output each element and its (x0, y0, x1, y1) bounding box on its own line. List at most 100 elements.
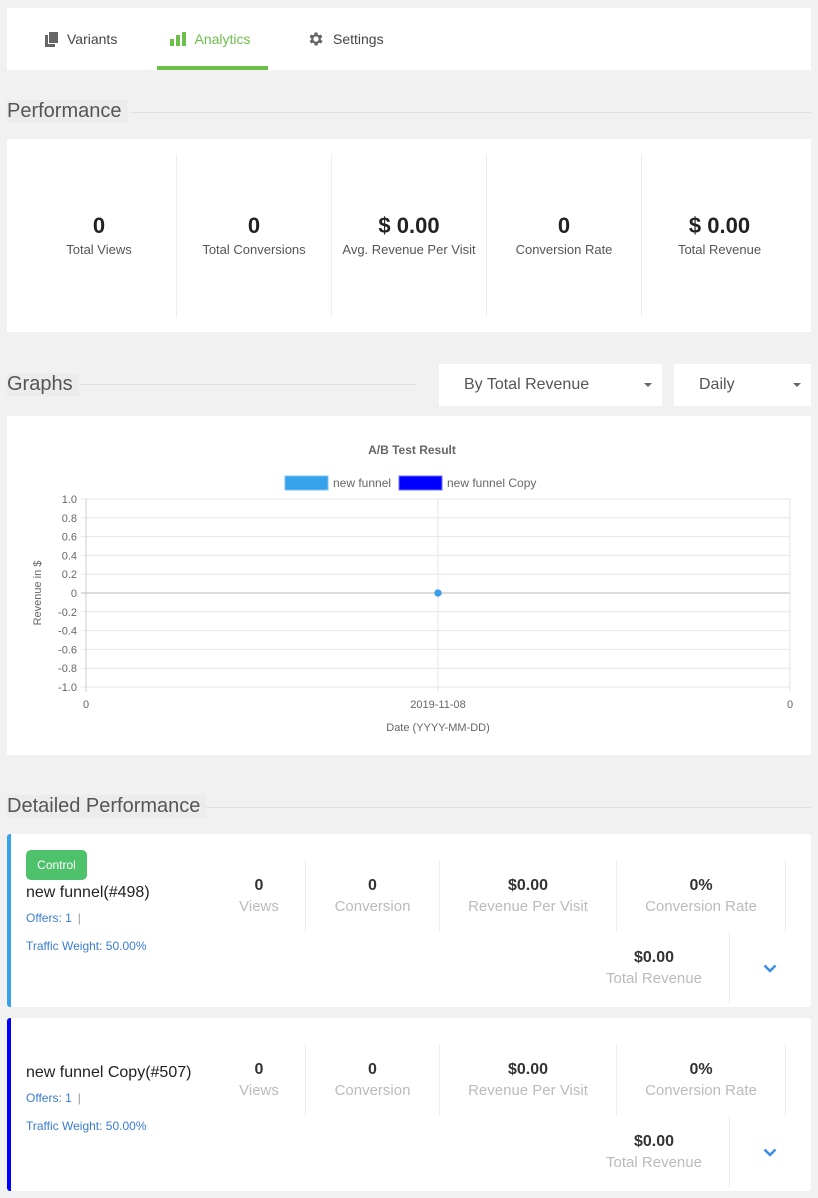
variant-stat-conversion-rate: 0% Conversion Rate (617, 860, 786, 932)
stat-label: Total Revenue (677, 242, 762, 257)
variant-stat-revenue-per-visit: $0.00 Revenue Per Visit (440, 1044, 617, 1116)
offers-link[interactable]: Offers: 1 | (26, 1091, 81, 1105)
variant-name: new funnel(#498) (26, 884, 150, 901)
variant-color-bar (7, 1018, 11, 1191)
stat-label: Conversion (334, 898, 411, 915)
y-tick-label: 0.6 (62, 532, 77, 544)
tab-settings[interactable]: Settings (307, 8, 384, 70)
variant-name: new funnel Copy(#507) (26, 1064, 192, 1081)
legend-swatch-new-funnel (284, 475, 329, 491)
stat-label: Avg. Revenue Per Visit (342, 242, 476, 257)
offers-count: Offers: 1 (26, 1091, 72, 1105)
stat-label: Total Conversions (202, 242, 306, 257)
stat-value: 0% (689, 1061, 713, 1078)
offers-count: Offers: 1 (26, 911, 72, 925)
stat-label: Conversion Rate (645, 898, 757, 915)
period-select-value: Daily (699, 376, 735, 393)
y-tick-label: 0 (71, 588, 77, 600)
stat-value: 0% (689, 877, 713, 894)
tab-analytics[interactable]: Analytics (157, 8, 268, 70)
traffic-weight-link[interactable]: Traffic Weight: 50.00% (26, 1119, 147, 1133)
metric-select-value: By Total Revenue (464, 376, 590, 393)
performance-summary: 0 Total Views 0 Total Conversions $ 0.00… (7, 139, 811, 332)
expand-button[interactable] (729, 932, 809, 1004)
stat-label: Conversion (334, 1082, 411, 1099)
x-axis-label: Date (YYYY-MM-DD) (386, 722, 490, 734)
performance-title: Performance (7, 100, 128, 123)
offers-link[interactable]: Offers: 1 | (26, 911, 81, 925)
y-axis-label: Revenue in $ (32, 561, 44, 626)
chart-title: A/B Test Result (368, 443, 456, 457)
stat-label: Revenue Per Visit (468, 1082, 588, 1099)
tab-label: Settings (333, 31, 384, 47)
variant-stat-conversion: 0 Conversion (306, 1044, 440, 1116)
variant-stat-conversion-rate: 0% Conversion Rate (617, 1044, 786, 1116)
y-tick-label: 0.2 (62, 569, 77, 581)
tab-bar: Variants Analytics Settings (7, 8, 811, 70)
variant-stat-conversion: 0 Conversion (306, 860, 440, 932)
tab-label: Variants (67, 31, 118, 47)
x-tick-label: 2019-11-08 (410, 699, 465, 711)
section-divider (130, 112, 811, 113)
detailed-performance-title: Detailed Performance (7, 795, 207, 818)
stat-value: 0 (557, 213, 571, 238)
stat-label: Total Revenue (606, 1154, 702, 1171)
period-select[interactable]: Daily (674, 364, 811, 406)
stat-avg-revenue-per-visit: $ 0.00 Avg. Revenue Per Visit (332, 154, 487, 317)
stat-total-views: 0 Total Views (22, 154, 177, 317)
legend-label-new-funnel-copy: new funnel Copy (447, 476, 536, 490)
variant-stat-revenue-per-visit: $0.00 Revenue Per Visit (440, 860, 617, 932)
y-tick-label: 0.4 (62, 550, 77, 562)
stat-value: $0.00 (507, 1061, 549, 1078)
stat-label: Total Views (66, 242, 132, 257)
active-tab-indicator (157, 66, 268, 70)
stat-value: $0.00 (633, 1133, 675, 1150)
stat-value: 0 (254, 1061, 264, 1078)
variant-color-bar (7, 834, 11, 1007)
traffic-weight-link[interactable]: Traffic Weight: 50.00% (26, 939, 147, 953)
separator: | (77, 1091, 81, 1105)
stat-value: $0.00 (633, 949, 675, 966)
data-point-new-funnel (434, 589, 442, 597)
y-tick-label: -0.2 (58, 607, 77, 619)
stat-value: 0 (368, 877, 377, 894)
stat-value: $0.00 (507, 877, 549, 894)
variant-card-new-funnel-copy: new funnel Copy(#507) Offers: 1 | Traffic… (7, 1018, 811, 1191)
metric-select[interactable]: By Total Revenue (439, 364, 662, 406)
expand-button[interactable] (729, 1116, 809, 1188)
section-divider (80, 384, 416, 385)
stat-label: Revenue Per Visit (468, 898, 588, 915)
y-tick-label: -1.0 (58, 682, 77, 694)
chart-legend: new funnel new funnel Copy (284, 475, 536, 491)
graphs-title: Graphs (7, 373, 79, 396)
x-tick-label: 0 (787, 699, 793, 711)
stat-conversion-rate: 0 Conversion Rate (487, 154, 642, 317)
gear-icon (307, 30, 325, 48)
chart-svg: A/B Test Result new funnel new funnel Co… (32, 443, 793, 734)
x-tick-label: 0 (83, 699, 89, 711)
legend-label-new-funnel: new funnel (333, 476, 391, 490)
variant-stat-views: 0 Views (213, 1044, 306, 1116)
stat-total-conversions: 0 Total Conversions (177, 154, 332, 317)
variant-card-new-funnel: Control new funnel(#498) Offers: 1 | Traf… (7, 834, 811, 1007)
variant-stat-views: 0 Views (213, 860, 306, 932)
stat-total-revenue: $ 0.00 Total Revenue (642, 154, 797, 317)
tab-variants[interactable]: Variants (45, 8, 117, 70)
y-tick-label: 0.8 (62, 513, 77, 525)
stat-value: 0 (254, 877, 264, 894)
y-tick-label: -0.8 (58, 663, 77, 675)
variant-stat-total-revenue: $0.00 Total Revenue (579, 932, 729, 1004)
section-divider (200, 807, 811, 808)
stat-label: Conversion Rate (645, 1082, 757, 1099)
tab-label: Analytics (194, 31, 251, 47)
stat-value: $ 0.00 (378, 213, 440, 238)
y-tick-label: -0.4 (58, 626, 77, 638)
separator: | (77, 911, 81, 925)
copy-icon (45, 31, 59, 47)
chevron-down-icon (763, 1148, 776, 1157)
stat-value: 0 (92, 213, 106, 238)
chevron-down-icon (763, 964, 776, 973)
variant-stat-total-revenue: $0.00 Total Revenue (579, 1116, 729, 1188)
legend-swatch-new-funnel-copy (398, 475, 443, 491)
caret-down-icon (793, 383, 801, 387)
